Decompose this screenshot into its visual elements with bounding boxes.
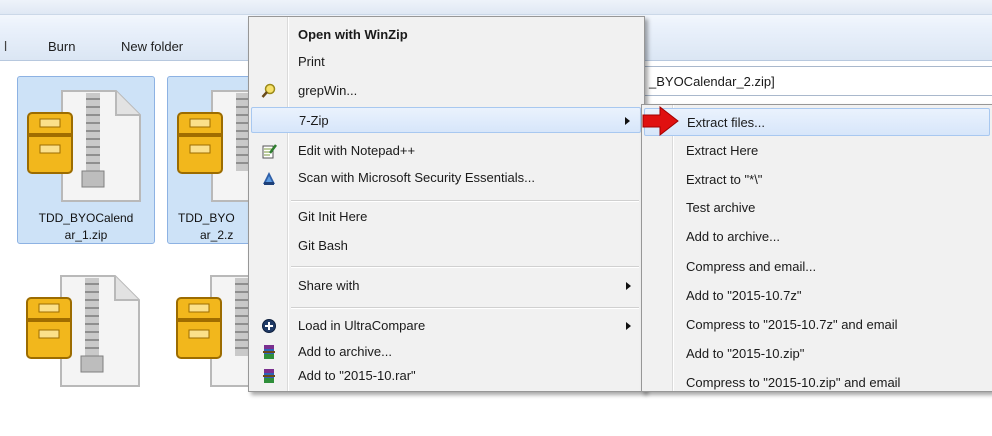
menu-item-label: Git Bash <box>298 238 348 253</box>
menu-separator <box>291 200 639 202</box>
submenu-arrow-icon <box>626 282 631 290</box>
menu-item-load-ultracompare[interactable]: Load in UltraCompare <box>251 313 641 339</box>
menu-item-label: Git Init Here <box>298 209 368 224</box>
menu-item-label: Add to "2015-10.rar" <box>298 368 416 383</box>
menu-item-label: Add to archive... <box>298 344 392 359</box>
zip-archive-icon <box>177 90 252 202</box>
submenu-item-extract-to[interactable]: Extract to "*\" <box>644 166 990 194</box>
winrar-icon <box>263 345 275 359</box>
submenu-item-add-to-archive[interactable]: Add to archive... <box>644 223 990 251</box>
zip-archive-icon <box>176 275 251 387</box>
winrar-icon <box>263 369 275 383</box>
address-path-field[interactable]: _BYOCalendar_2.zip] <box>644 66 992 96</box>
mse-shield-icon <box>263 172 275 185</box>
submenu-item-extract-here[interactable]: Extract Here <box>644 137 990 165</box>
menu-item-add-to-archive[interactable]: Add to archive... <box>251 339 641 365</box>
burn-button[interactable]: Burn <box>48 39 75 54</box>
submenu-item-compress-email[interactable]: Compress and email... <box>644 253 990 281</box>
zip-archive-icon <box>27 90 141 202</box>
toolbar-top-strip <box>0 0 992 15</box>
menu-item-print[interactable]: Print <box>251 49 641 75</box>
submenu-item-label: Extract to "*\" <box>686 172 763 187</box>
menu-item-label: Print <box>298 54 325 69</box>
file-name: TDD_BYO ar_2.z <box>168 210 250 244</box>
submenu-item-add-to-7z[interactable]: Add to "2015-10.7z" <box>644 282 990 310</box>
menu-item-share-with[interactable]: Share with <box>251 273 641 299</box>
file-name-line-1: TDD_BYOCalend <box>38 211 134 225</box>
menu-item-open-with-winzip[interactable]: Open with WinZip <box>251 22 641 48</box>
zip-archive-icon <box>26 275 140 387</box>
new-folder-button[interactable]: New folder <box>121 39 183 54</box>
file-tile[interactable] <box>167 268 251 436</box>
submenu-item-label: Compress to "2015-10.7z" and email <box>686 317 898 332</box>
file-tile[interactable] <box>17 268 155 436</box>
menu-item-label: Open with WinZip <box>298 27 408 42</box>
submenu-arrow-icon <box>626 322 631 330</box>
file-tile[interactable]: TDD_BYO ar_2.z <box>167 76 252 244</box>
menu-item-edit-notepadpp[interactable]: Edit with Notepad++ <box>251 138 641 164</box>
submenu-item-compress-zip-email[interactable]: Compress to "2015-10.zip" and email <box>644 369 990 397</box>
submenu-item-label: Compress and email... <box>686 259 817 274</box>
menu-item-label: Load in UltraCompare <box>298 318 426 333</box>
submenu-item-label: Compress to "2015-10.zip" and email <box>686 375 901 390</box>
red-pointer-arrow-icon <box>642 105 679 137</box>
menu-item-label: grepWin... <box>298 83 358 98</box>
menu-item-grepwin[interactable]: grepWin... <box>251 78 641 104</box>
menu-item-7zip[interactable]: 7-Zip <box>251 107 641 133</box>
menu-item-git-bash[interactable]: Git Bash <box>251 233 641 259</box>
menu-separator <box>291 307 639 309</box>
file-name-line-2: ar_2.z <box>200 228 234 242</box>
submenu-arrow-icon <box>625 117 630 125</box>
menu-item-git-init[interactable]: Git Init Here <box>251 204 641 230</box>
context-menu: Open with WinZip Print grepWin... 7-Zip … <box>248 16 645 392</box>
menu-item-label: Edit with Notepad++ <box>298 143 416 158</box>
magnifier-icon <box>261 83 276 98</box>
menu-item-add-to-rar[interactable]: Add to "2015-10.rar" <box>251 363 641 389</box>
submenu-item-label: Add to archive... <box>686 229 780 244</box>
submenu-item-label: Add to "2015-10.zip" <box>686 346 805 361</box>
submenu-item-label: Add to "2015-10.7z" <box>686 288 802 303</box>
file-tile[interactable]: TDD_BYOCalend ar_1.zip <box>17 76 155 244</box>
ultracompare-icon <box>262 319 276 333</box>
menu-separator <box>291 266 639 268</box>
file-name: TDD_BYOCalend ar_1.zip <box>18 210 154 244</box>
submenu-item-label: Test archive <box>686 200 756 215</box>
7zip-submenu: Extract files... Extract Here Extract to… <box>641 104 992 392</box>
submenu-item-label: Extract Here <box>686 143 759 158</box>
submenu-item-label: Extract files... <box>687 115 766 130</box>
submenu-item-test-archive[interactable]: Test archive <box>644 194 990 222</box>
submenu-item-compress-7z-email[interactable]: Compress to "2015-10.7z" and email <box>644 311 990 339</box>
menu-item-label: Scan with Microsoft Security Essentials.… <box>298 170 535 185</box>
file-name-line-1: TDD_BYO <box>178 211 235 225</box>
menu-item-label: 7-Zip <box>299 113 329 128</box>
menu-item-scan-mse[interactable]: Scan with Microsoft Security Essentials.… <box>251 165 641 191</box>
toolbar-partial-item[interactable]: l <box>4 38 7 54</box>
submenu-item-add-to-zip[interactable]: Add to "2015-10.zip" <box>644 340 990 368</box>
notepadpp-icon <box>262 144 277 159</box>
submenu-item-extract-files[interactable]: Extract files... <box>644 108 990 136</box>
menu-item-label: Share with <box>298 278 360 293</box>
file-name-line-2: ar_1.zip <box>64 228 108 242</box>
